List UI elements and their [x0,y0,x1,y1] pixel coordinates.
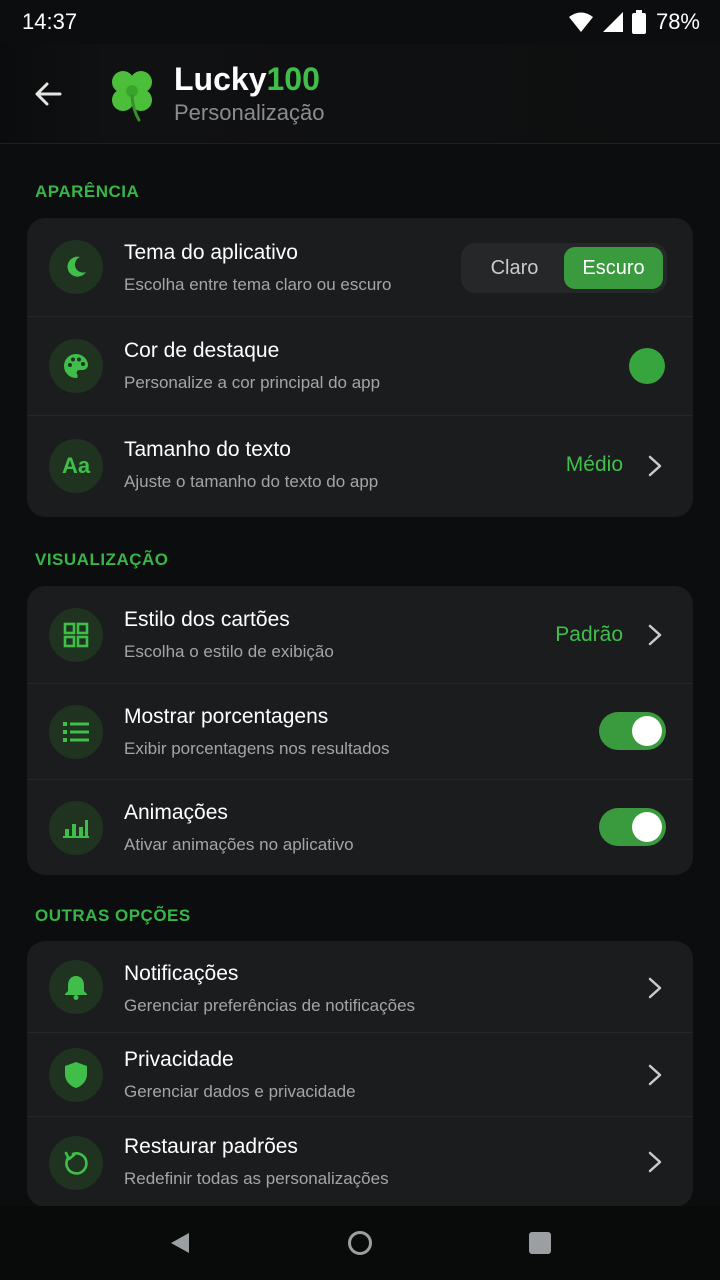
row-text: Tamanho do texto Ajuste o tamanho do tex… [124,437,378,493]
setting-row-accent-color[interactable]: Cor de destaque Personalize a cor princi… [27,317,693,416]
bell-icon [49,960,103,1014]
row-title: Mostrar porcentagens [124,705,329,728]
row-title: Privacidade [124,1048,234,1071]
arrow-left-icon [35,82,62,105]
status-bar: 14:37 78% [0,0,720,44]
setting-row-animations: Animações Ativar animações no aplicativo [27,780,693,875]
row-subtitle: Exibir porcentagens nos resultados [124,739,390,758]
theme-option-light[interactable]: Claro [465,247,564,289]
setting-row-privacy[interactable]: Privacidade Gerenciar dados e privacidad… [27,1033,693,1117]
row-title: Tema do aplicativo [124,241,298,264]
bar-chart-icon [49,801,103,855]
chevron-right-icon [648,1151,662,1173]
chevron-right-icon [648,455,662,477]
battery-percentage: 78% [655,9,700,34]
app-logo [104,66,160,122]
grid-icon [49,608,103,662]
row-subtitle: Escolha entre tema claro ou escuro [124,275,392,294]
battery-icon [631,10,646,34]
card-style-value: Padrão [555,623,623,646]
section-header-other: OUTRAS OPÇÕES [35,906,191,925]
toggle-knob [632,716,662,746]
row-title: Cor de destaque [124,339,280,362]
row-title: Animações [124,801,228,824]
signal-icon [602,12,623,32]
row-title: Restaurar padrões [124,1135,298,1158]
triangle-back-icon [171,1233,189,1253]
theme-option-dark[interactable]: Escuro [564,247,663,289]
shield-icon [49,1048,103,1102]
chevron-right-icon [648,624,662,646]
list-icon [49,705,103,759]
text-size-value: Médio [565,453,623,476]
nav-home-button[interactable] [330,1213,390,1273]
row-title: Tamanho do texto [124,438,291,461]
setting-row-percentages: Mostrar porcentagens Exibir porcentagens… [27,684,693,780]
row-text: Privacidade Gerenciar dados e privacidad… [124,1047,356,1103]
row-subtitle: Redefinir todas as personalizações [124,1169,389,1188]
app-name-prefix: Lucky [174,60,267,97]
row-text: Estilo dos cartões Escolha o estilo de e… [124,607,334,663]
app-bar: Lucky100 Personalização [0,44,720,144]
row-subtitle: Personalize a cor principal do app [124,373,381,392]
status-icons: 78% [568,9,700,35]
row-text: Tema do aplicativo Escolha entre tema cl… [124,240,391,296]
palette-icon [49,339,103,393]
card-appearance: Tema do aplicativo Escolha entre tema cl… [27,218,693,517]
page-title: Personalização [174,99,325,125]
row-title: Notificações [124,962,239,985]
setting-row-text-size[interactable]: Aa Tamanho do texto Ajuste o tamanho do … [27,416,693,517]
four-leaf-clover-icon [112,70,152,121]
animations-toggle[interactable] [599,808,666,846]
row-text: Animações Ativar animações no aplicativo [124,800,354,856]
toggle-knob [632,812,662,842]
percentages-toggle[interactable] [599,712,666,750]
theme-toggle: Claro Escuro [461,243,667,293]
card-display: Estilo dos cartões Escolha o estilo de e… [27,586,693,875]
accent-color-swatch[interactable] [629,348,665,384]
wifi-icon [568,12,593,32]
row-text: Restaurar padrões Redefinir todas as per… [124,1134,389,1190]
app-name-suffix: 100 [266,60,320,97]
row-text: Cor de destaque Personalize a cor princi… [124,338,380,394]
row-subtitle: Gerenciar preferências de notificações [124,996,416,1015]
system-nav-bar [0,1206,720,1280]
section-header-appearance: APARÊNCIA [35,182,140,201]
back-button[interactable] [0,44,96,144]
chevron-right-icon [648,1064,662,1086]
row-subtitle: Ajuste o tamanho do texto do app [124,472,379,491]
row-text: Mostrar porcentagens Exibir porcentagens… [124,704,390,760]
row-text: Notificações Gerenciar preferências de n… [124,961,415,1017]
section-header-display: VISUALIZAÇÃO [35,550,169,569]
setting-row-restore[interactable]: Restaurar padrões Redefinir todas as per… [27,1117,693,1207]
row-subtitle: Ativar animações no aplicativo [124,835,354,854]
nav-back-button[interactable] [150,1213,210,1273]
row-subtitle: Gerenciar dados e privacidade [124,1082,356,1101]
restore-icon [49,1136,103,1190]
status-time: 14:37 [22,9,78,34]
text-size-icon: Aa [49,439,103,493]
row-subtitle: Escolha o estilo de exibição [124,642,334,661]
chevron-right-icon [648,977,662,999]
card-other: Notificações Gerenciar preferências de n… [27,941,693,1207]
setting-row-theme: Tema do aplicativo Escolha entre tema cl… [27,218,693,317]
row-title: Estilo dos cartões [124,608,290,631]
moon-icon [49,240,103,294]
circle-home-icon [348,1231,372,1255]
setting-row-card-style[interactable]: Estilo dos cartões Escolha o estilo de e… [27,586,693,684]
square-recents-icon [529,1232,551,1254]
app-titles: Lucky100 Personalização [174,61,324,127]
nav-recents-button[interactable] [510,1213,570,1273]
setting-row-notifications[interactable]: Notificações Gerenciar preferências de n… [27,941,693,1033]
app-name: Lucky100 [174,61,324,97]
